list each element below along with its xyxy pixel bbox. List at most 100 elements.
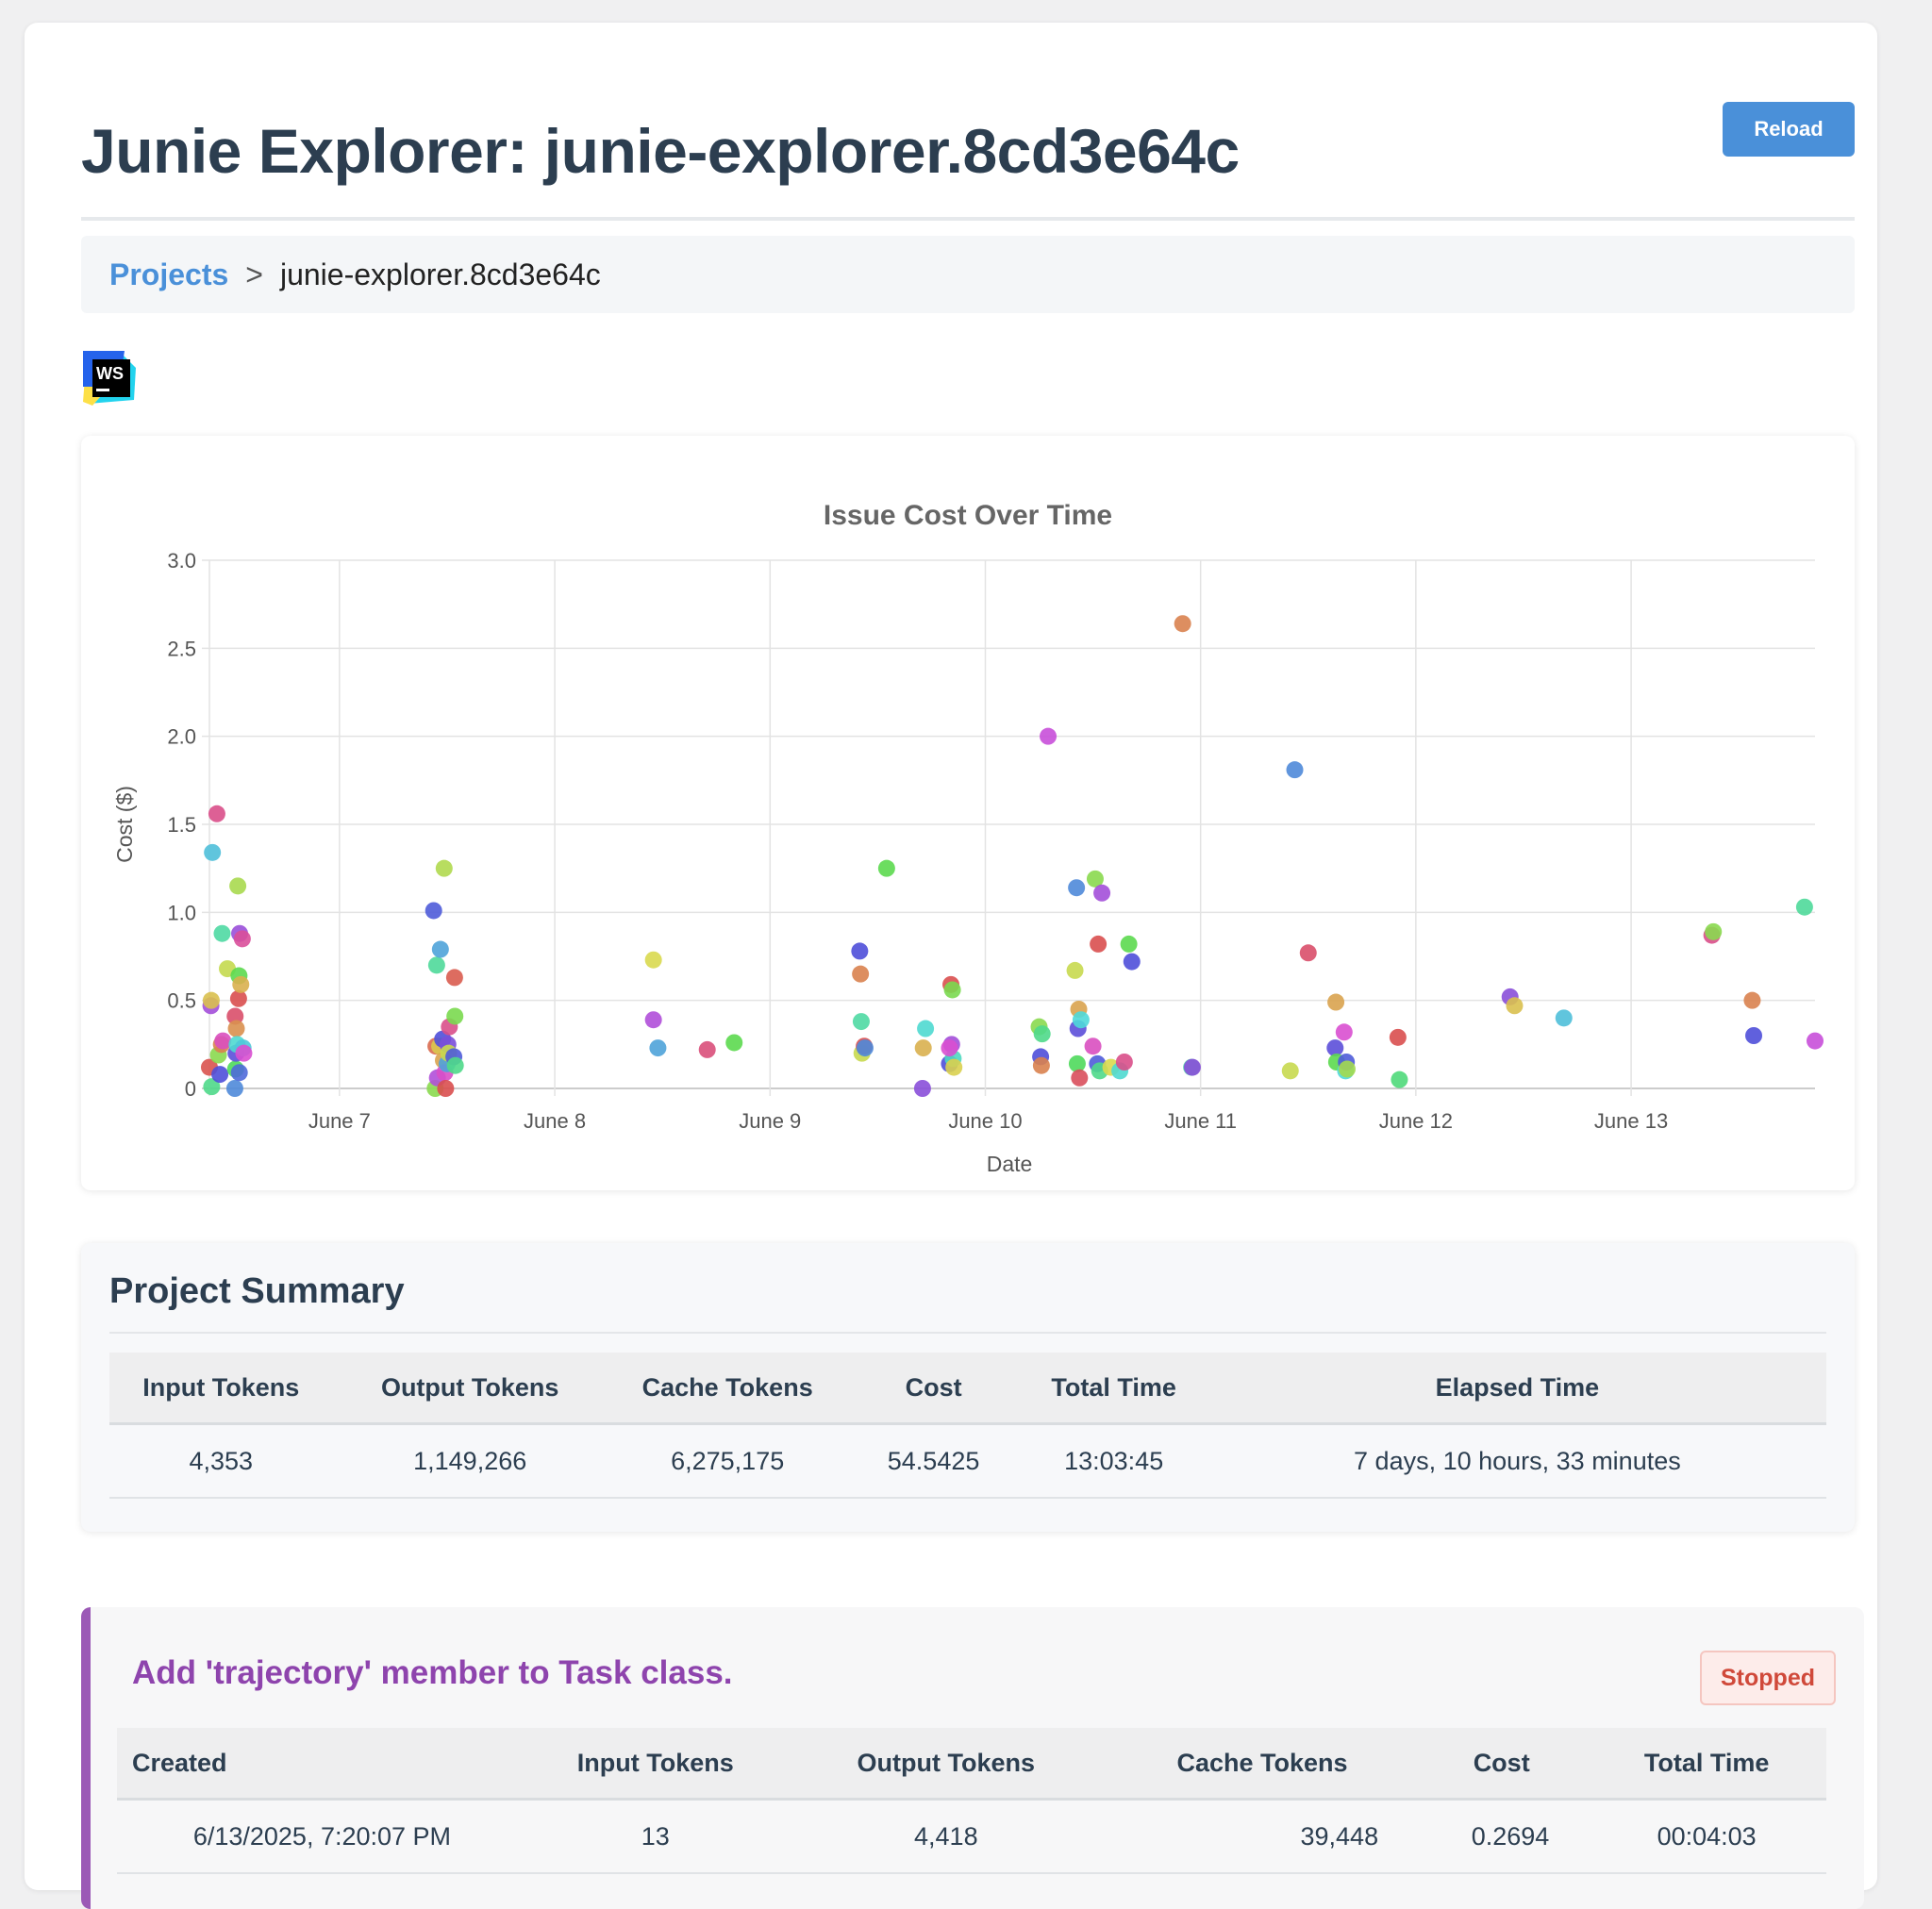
cost-chart-card: Issue Cost Over Time 0 0.5 1.0 1.5 2.0 2.5 3.0… [81,436,1855,1190]
data-point[interactable] [943,981,961,999]
task-header-output-tokens: Output Tokens [783,1728,1108,1801]
data-point[interactable] [1123,953,1141,971]
data-point[interactable] [1174,615,1191,633]
data-point[interactable] [208,805,225,822]
y-tick-label: 1.5 [167,813,196,837]
data-point[interactable] [1807,1032,1824,1050]
data-point[interactable] [1327,993,1345,1011]
summary-header-elapsed-time: Elapsed Time [1208,1353,1826,1425]
data-point[interactable] [230,1064,248,1082]
breadcrumb-projects-link[interactable]: Projects [109,257,228,292]
data-point[interactable] [1745,1027,1763,1044]
data-point[interactable] [235,1044,253,1062]
summary-total-time: 13:03:45 [1019,1423,1208,1499]
x-axis-label: Date [987,1152,1033,1176]
data-point[interactable] [431,940,449,958]
data-point[interactable] [1072,1011,1090,1029]
data-point[interactable] [1286,761,1304,779]
data-point[interactable] [204,843,222,861]
data-point[interactable] [233,930,251,948]
task-output-tokens: 4,418 [783,1799,1108,1874]
reload-button[interactable]: Reload [1723,102,1855,157]
data-point[interactable] [1506,997,1524,1015]
data-point[interactable] [211,1066,229,1084]
task-header-total-time: Total Time [1587,1728,1826,1801]
task-cache-tokens: 39,448 [1108,1799,1417,1874]
task-cost: 0.2694 [1416,1799,1588,1874]
data-point[interactable] [1120,935,1138,953]
data-point[interactable] [1555,1009,1573,1027]
data-point[interactable] [1066,961,1084,979]
data-point[interactable] [446,1056,464,1074]
task-header-cost: Cost [1416,1728,1588,1801]
data-point[interactable] [1040,727,1058,745]
data-point[interactable] [232,975,250,993]
data-point[interactable] [914,1039,932,1057]
data-point[interactable] [917,1020,935,1038]
data-point[interactable] [1068,879,1086,897]
data-point[interactable] [644,1011,662,1029]
data-point[interactable] [856,1039,874,1057]
data-point[interactable] [852,1013,870,1031]
data-point[interactable] [435,859,453,877]
x-tick-label: June 9 [739,1109,801,1133]
y-tick-label: 3.0 [167,549,196,573]
data-point[interactable] [1115,1054,1133,1071]
summary-cache-tokens: 6,275,175 [607,1423,848,1499]
data-point[interactable] [852,965,870,983]
x-tick-label: June 11 [1164,1109,1237,1133]
data-point[interactable] [445,969,463,987]
data-point[interactable] [425,902,442,920]
y-tick-label: 1.0 [167,901,196,924]
summary-table: Input Tokens Output Tokens Cache Tokens … [109,1353,1826,1499]
task-card[interactable]: Add 'trajectory' member to Task class. S… [81,1607,1864,1909]
data-point[interactable] [227,1020,245,1038]
data-point[interactable] [1084,1038,1102,1055]
data-point[interactable] [1071,1069,1089,1087]
data-point[interactable] [644,951,662,969]
data-point[interactable] [1389,1028,1407,1046]
data-point[interactable] [1795,898,1813,916]
data-point[interactable] [1335,1023,1353,1041]
summary-elapsed-time: 7 days, 10 hours, 33 minutes [1208,1423,1826,1499]
data-point[interactable] [437,1080,455,1097]
data-point[interactable] [229,877,247,895]
data-point[interactable] [945,1058,963,1076]
data-point[interactable] [202,991,220,1009]
breadcrumb-current: junie-explorer.8cd3e64c [279,257,601,291]
data-point[interactable] [1338,1060,1356,1078]
breadcrumb-separator: > [245,257,263,291]
data-point[interactable] [1183,1058,1201,1076]
data-point[interactable] [1743,991,1761,1009]
data-point[interactable] [649,1039,667,1057]
data-point[interactable] [1093,884,1111,902]
data-point[interactable] [1033,1025,1051,1043]
task-header-created: Created [117,1728,527,1801]
data-point[interactable] [851,942,869,960]
data-point[interactable] [1090,935,1108,953]
data-point[interactable] [446,1007,464,1025]
data-point[interactable] [1299,944,1317,962]
data-point[interactable] [1281,1062,1299,1080]
data-point[interactable] [698,1040,716,1058]
data-point[interactable] [725,1034,743,1052]
page-header: Junie Explorer: junie-explorer.8cd3e64c … [81,79,1855,221]
page-container: Junie Explorer: junie-explorer.8cd3e64c … [25,23,1877,1909]
task-title[interactable]: Add 'trajectory' member to Task class. [132,1654,733,1692]
data-point[interactable] [225,1080,243,1097]
data-point[interactable] [877,859,895,877]
summary-title: Project Summary [109,1271,405,1311]
y-axis-label: Cost ($) [112,786,137,863]
data-point[interactable] [213,924,231,942]
x-tick-label: June 13 [1594,1109,1668,1133]
data-point[interactable] [941,1039,958,1057]
data-point[interactable] [1032,1056,1050,1074]
task-row: 6/13/2025, 7:20:07 PM 13 4,418 39,448 0.… [117,1799,1826,1874]
data-point[interactable] [1705,922,1723,940]
task-input-tokens: 13 [526,1799,784,1874]
data-point[interactable] [214,1032,232,1050]
summary-header-cache-tokens: Cache Tokens [607,1353,848,1425]
data-point[interactable] [427,956,445,974]
data-point[interactable] [1391,1071,1408,1088]
data-point[interactable] [913,1080,931,1097]
